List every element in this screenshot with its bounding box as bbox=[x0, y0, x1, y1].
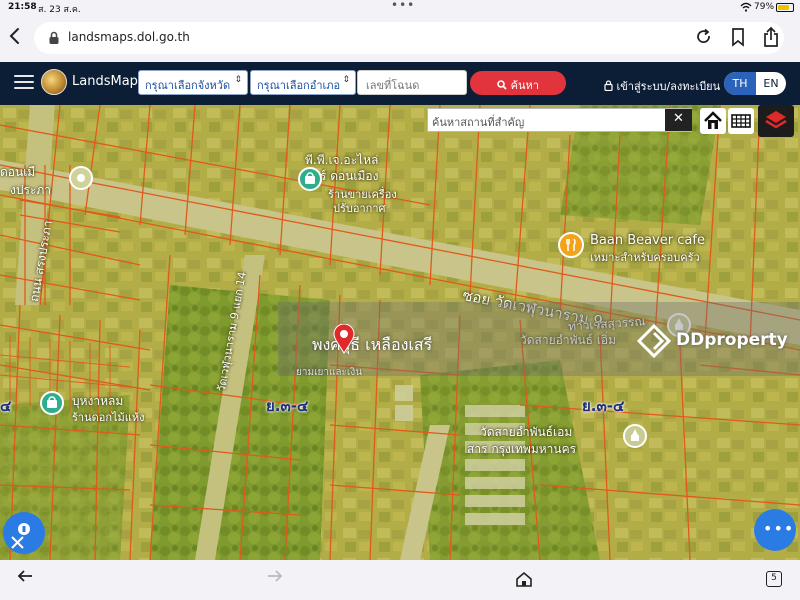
brand-name: LandsMaps bbox=[72, 74, 145, 89]
tabs-icon[interactable]: 5 bbox=[766, 571, 782, 587]
temple-icon[interactable] bbox=[622, 423, 648, 453]
grid-icon[interactable] bbox=[728, 108, 754, 134]
map-label-cafe-desc: เหมาะสำหรับครอบครัว bbox=[590, 251, 700, 264]
layers-icon[interactable] bbox=[758, 105, 794, 137]
battery-icon bbox=[776, 3, 794, 12]
lock-user-icon bbox=[604, 80, 613, 92]
search-button[interactable]: ค้นหา bbox=[470, 71, 566, 95]
back-icon[interactable] bbox=[8, 26, 28, 50]
bookmark-icon[interactable] bbox=[730, 27, 746, 47]
login-label: เข้าสู่ระบบ/ลงทะเบียน bbox=[616, 80, 721, 93]
help-icon bbox=[11, 523, 30, 549]
close-icon[interactable]: ✕ bbox=[665, 109, 692, 131]
address-bar[interactable]: landsmaps.dol.go.th bbox=[34, 22, 784, 54]
map-label-temple-area: สาร กรุงเทพมหานคร bbox=[467, 442, 577, 456]
status-time: 21:58 bbox=[8, 2, 37, 12]
owner-subtext: ยามเยาและเงิน bbox=[296, 367, 363, 378]
place-search-input[interactable]: ค้นหาสถานที่สำคัญ bbox=[428, 109, 664, 131]
back-icon[interactable] bbox=[16, 568, 34, 589]
share-icon[interactable] bbox=[762, 26, 780, 48]
search-icon bbox=[497, 80, 507, 90]
zone-label-2: ย.๓-๔ bbox=[582, 397, 625, 415]
wifi-icon bbox=[740, 2, 752, 15]
app-navbar: LandsMaps กรุณาเลือกจังหวัด ⇕ กรุณาเลือก… bbox=[0, 62, 800, 105]
map-label-shop-left-desc: ร้านดอกไม้แห้ง bbox=[72, 411, 145, 424]
hamburger-icon[interactable] bbox=[14, 75, 34, 91]
login-link[interactable]: เข้าสู่ระบบ/ลงทะเบียน bbox=[604, 77, 720, 95]
province-select-value: กรุณาเลือกจังหวัด bbox=[145, 79, 231, 92]
browser-bottom-bar: 5 bbox=[0, 560, 800, 600]
help-button[interactable] bbox=[3, 512, 45, 554]
map-label-shop-desc2: ปรับอากาศ bbox=[333, 202, 386, 215]
ddproperty-watermark: DDproperty bbox=[676, 330, 788, 350]
search-button-label: ค้นหา bbox=[510, 79, 539, 92]
place-search[interactable]: ค้นหาสถานที่สำคัญ ✕ bbox=[427, 108, 692, 132]
lock-icon bbox=[48, 30, 60, 44]
zone-label-1: ย.๓-๔ bbox=[266, 397, 309, 415]
forward-icon[interactable] bbox=[266, 568, 284, 589]
lang-th-button[interactable]: TH bbox=[724, 72, 756, 95]
map-canvas[interactable]: พี.พี.เจ.อะไหล่ แอร์ ดอนเมือง ร้านขายเคร… bbox=[0, 105, 800, 560]
map-label-cafe: Baan Beaver cafe bbox=[590, 233, 705, 248]
shop-icon[interactable] bbox=[298, 167, 322, 195]
owner-name: พงศ์สุธี เหลืองเสรี bbox=[312, 335, 433, 354]
map-label-don-left: ดอนเมื bbox=[0, 165, 36, 179]
language-toggle[interactable]: TH EN bbox=[724, 72, 786, 95]
browser-toolbar: landsmaps.dol.go.th bbox=[0, 16, 800, 62]
district-select[interactable]: กรุณาเลือกอำเภอ ⇕ bbox=[250, 70, 356, 95]
battery-level bbox=[778, 5, 789, 10]
map-label-don-left2: งประภา bbox=[10, 183, 52, 197]
dol-logo bbox=[41, 69, 67, 95]
reload-icon[interactable] bbox=[694, 27, 714, 47]
multitask-dots[interactable]: ••• bbox=[391, 0, 415, 12]
home-icon[interactable] bbox=[515, 571, 533, 587]
lang-en-button[interactable]: EN bbox=[756, 72, 786, 95]
chevron-updown-icon: ⇕ bbox=[342, 75, 350, 85]
map-pin-icon[interactable] bbox=[333, 323, 355, 354]
chevron-updown-icon: ⇕ bbox=[234, 75, 242, 85]
shop-icon[interactable] bbox=[40, 391, 64, 419]
district-select-value: กรุณาเลือกอำเภอ bbox=[257, 79, 341, 92]
province-select[interactable]: กรุณาเลือกจังหวัด ⇕ bbox=[138, 70, 248, 95]
location-icon[interactable] bbox=[68, 165, 94, 195]
battery-percent: 79% bbox=[754, 2, 775, 12]
home-icon[interactable] bbox=[700, 108, 726, 134]
ddproperty-logo-icon bbox=[636, 323, 672, 363]
status-bar: 21:58 ส. 23 ส.ค. ••• 79% bbox=[0, 0, 800, 16]
deed-number-input[interactable]: เลขที่โฉนด bbox=[357, 70, 467, 95]
url-text[interactable]: landsmaps.dol.go.th bbox=[68, 30, 190, 44]
cafe-icon[interactable] bbox=[558, 232, 584, 262]
zone-label-edge: ๔ bbox=[0, 397, 12, 415]
more-menu-button[interactable]: ••• bbox=[754, 509, 796, 551]
status-date: ส. 23 ส.ค. bbox=[38, 5, 81, 15]
more-icon: ••• bbox=[763, 519, 795, 538]
